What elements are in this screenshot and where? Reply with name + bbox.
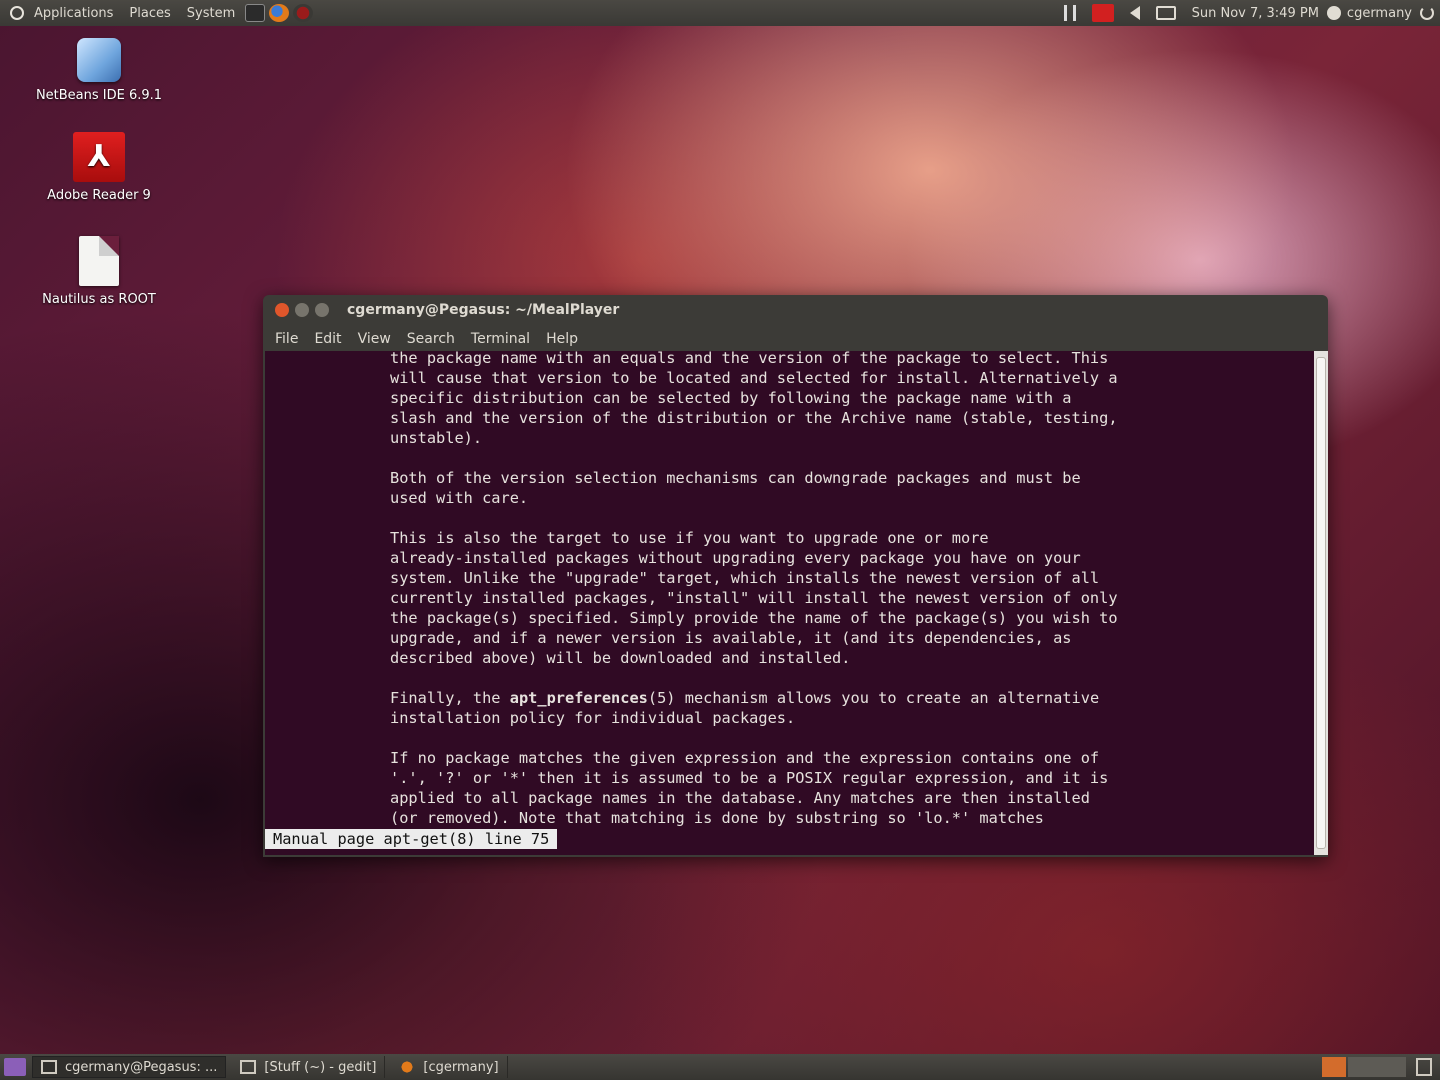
- terminal-line: upgrade, and if a newer version is avail…: [390, 629, 1072, 647]
- menu-edit[interactable]: Edit: [306, 331, 349, 347]
- terminal-line: unstable).: [390, 429, 483, 447]
- terminal-line: '.', '?' or '*' then it is assumed to be…: [390, 769, 1109, 787]
- menu-applications[interactable]: Applications: [26, 6, 121, 21]
- menu-places[interactable]: Places: [121, 6, 178, 21]
- menu-file[interactable]: File: [267, 331, 306, 347]
- window-titlebar[interactable]: cgermany@Pegasus: ~/MealPlayer: [263, 295, 1328, 325]
- man-page-text: the package name with an equals and the …: [390, 348, 1118, 828]
- terminal-line: Both of the version selection mechanisms…: [390, 469, 1081, 487]
- terminal-line: described above) will be downloaded and …: [390, 649, 851, 667]
- desktop-icon-label: Adobe Reader 9: [47, 188, 151, 203]
- menu-system[interactable]: System: [179, 6, 243, 21]
- close-window-icon[interactable]: [275, 303, 289, 317]
- maximize-window-icon[interactable]: [315, 303, 329, 317]
- ubuntu-logo-icon[interactable]: [10, 6, 24, 20]
- workspace-1[interactable]: [1322, 1057, 1346, 1077]
- taskbar-item-label: [Stuff (~) - gedit]: [264, 1059, 377, 1075]
- menu-search[interactable]: Search: [399, 331, 463, 347]
- adobe-reader-icon: ⅄: [73, 132, 125, 182]
- terminal-icon: [41, 1060, 57, 1074]
- user-icon[interactable]: [1326, 6, 1341, 20]
- bottom-panel: cgermany@Pegasus: ... [Stuff (~) - gedit…: [0, 1054, 1440, 1080]
- menu-view[interactable]: View: [350, 331, 399, 347]
- volume-icon[interactable]: [1129, 6, 1140, 20]
- file-icon: [79, 236, 119, 286]
- terminal-window: cgermany@Pegasus: ~/MealPlayer File Edit…: [263, 295, 1328, 857]
- taskbar-item-label: cgermany@Pegasus: ...: [65, 1059, 218, 1075]
- man-page-status: Manual page apt-get(8) line 75: [265, 829, 558, 849]
- terminal-line: installation policy for individual packa…: [390, 709, 796, 727]
- window-title: cgermany@Pegasus: ~/MealPlayer: [347, 302, 620, 318]
- netbeans-icon: [77, 38, 121, 82]
- show-desktop-icon[interactable]: [4, 1058, 26, 1076]
- workspace-switcher[interactable]: [1322, 1057, 1440, 1077]
- taskbar-item-terminal[interactable]: cgermany@Pegasus: ...: [32, 1056, 227, 1078]
- clock[interactable]: Sun Nov 7, 3:49 PM: [1184, 6, 1327, 21]
- menu-help[interactable]: Help: [538, 331, 586, 347]
- desktop-icon-label: NetBeans IDE 6.9.1: [35, 88, 163, 103]
- top-panel: Applications Places System Sun Nov 7, 3:…: [0, 0, 1440, 26]
- workspace-2[interactable]: [1348, 1057, 1406, 1077]
- terminal-line: Finally, the apt_preferences(5) mechanis…: [390, 689, 1100, 707]
- text-editor-icon: [240, 1060, 257, 1074]
- terminal-line: system. Unlike the "upgrade" target, whi…: [390, 569, 1100, 587]
- power-icon[interactable]: [1420, 6, 1434, 20]
- terminal-line: (or removed). Note that matching is done…: [390, 809, 1044, 827]
- terminal-output[interactable]: the package name with an equals and the …: [265, 348, 1314, 855]
- terminal-launcher-icon[interactable]: [245, 4, 266, 22]
- terminal-line: the package name with an equals and the …: [390, 349, 1109, 367]
- update-notifier-icon[interactable]: [1091, 4, 1114, 22]
- mail-icon[interactable]: [1155, 6, 1176, 20]
- network-icon[interactable]: [1063, 5, 1076, 21]
- help-launcher-icon[interactable]: [293, 4, 314, 22]
- terminal-line: already-installed packages without upgra…: [390, 549, 1081, 567]
- firefox-launcher-icon[interactable]: [269, 4, 290, 22]
- folder-icon: [399, 1060, 416, 1074]
- terminal-line: This is also the target to use if you wa…: [390, 529, 989, 547]
- terminal-line: the package(s) specified. Simply provide…: [390, 609, 1118, 627]
- desktop-icon-nautilus-root[interactable]: Nautilus as ROOT: [14, 236, 184, 307]
- taskbar-item-label: [cgermany]: [423, 1059, 499, 1075]
- terminal-line: will cause that version to be located an…: [390, 369, 1118, 387]
- terminal-scrollbar[interactable]: [1314, 351, 1328, 855]
- desktop-icon-netbeans[interactable]: NetBeans IDE 6.9.1: [14, 38, 184, 103]
- terminal-line: used with care.: [390, 489, 529, 507]
- taskbar-item-nautilus[interactable]: [cgermany]: [391, 1056, 508, 1078]
- terminal-line: If no package matches the given expressi…: [390, 749, 1100, 767]
- terminal-line: specific distribution can be selected by…: [390, 389, 1072, 407]
- desktop-icon-adobe-reader[interactable]: ⅄ Adobe Reader 9: [14, 132, 184, 203]
- desktop-icon-label: Nautilus as ROOT: [42, 292, 156, 307]
- menu-terminal[interactable]: Terminal: [463, 331, 538, 347]
- trash-icon[interactable]: [1416, 1058, 1432, 1076]
- terminal-line: currently installed packages, "install" …: [390, 589, 1118, 607]
- minimize-window-icon[interactable]: [295, 303, 309, 317]
- terminal-line: slash and the version of the distributio…: [390, 409, 1118, 427]
- user-name[interactable]: cgermany: [1347, 6, 1420, 21]
- taskbar-item-gedit[interactable]: [Stuff (~) - gedit]: [232, 1056, 386, 1078]
- terminal-line: applied to all package names in the data…: [390, 789, 1090, 807]
- scrollbar-thumb[interactable]: [1316, 357, 1326, 849]
